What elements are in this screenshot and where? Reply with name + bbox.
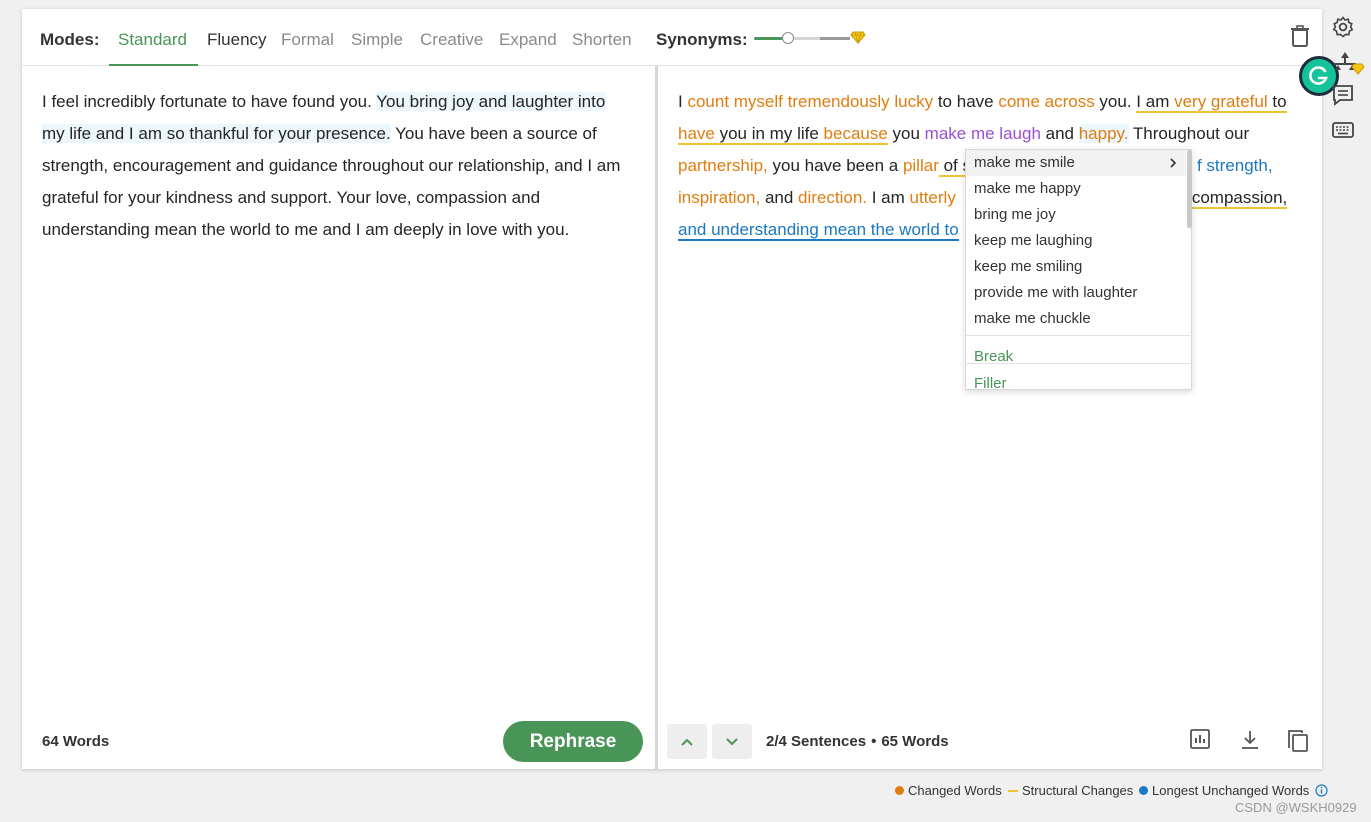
output-word: to — [1267, 92, 1287, 111]
structural-change[interactable]: I am very grateful to — [1136, 92, 1287, 113]
synonym-option[interactable]: make me happy — [966, 176, 1186, 202]
info-icon[interactable] — [1315, 784, 1328, 797]
selected-phrase[interactable]: make me laugh — [925, 124, 1041, 143]
changed-word[interactable]: very grateful — [1174, 92, 1268, 111]
dropdown-separator — [966, 335, 1192, 336]
keyboard-icon[interactable] — [1332, 122, 1354, 138]
changed-word[interactable]: come across — [998, 92, 1094, 111]
synonym-option[interactable]: provide me with laughter — [966, 280, 1186, 306]
output-word: to have — [933, 92, 999, 111]
tab-creative[interactable]: Creative — [420, 30, 483, 50]
synonym-option[interactable]: make me chuckle — [966, 306, 1186, 332]
sentence-count: 2/4 Sentences — [766, 733, 867, 750]
structural-change[interactable]: have you in my life because — [678, 124, 888, 145]
changed-word[interactable]: partnership, — [678, 156, 768, 175]
synonyms-slider-track[interactable] — [754, 37, 850, 40]
structural-dash-icon — [1008, 789, 1018, 792]
legend-changed-label: Changed Words — [908, 783, 1002, 798]
watermark: CSDN @WSKH0929 — [1235, 800, 1357, 815]
output-word-count: 65 Words — [881, 733, 949, 750]
synonyms-label: Synonyms: — [656, 30, 748, 49]
output-word: you. — [1094, 92, 1137, 111]
comment-icon[interactable] — [1332, 84, 1354, 106]
synonym-option[interactable]: make me smile — [966, 150, 1186, 176]
unchanged-word[interactable]: f strength, — [1197, 156, 1273, 175]
paraphraser-card: Modes: Standard Fluency Formal Simple Cr… — [22, 9, 1339, 769]
output-word: you — [887, 124, 925, 143]
changed-word[interactable]: because — [824, 124, 888, 143]
premium-diamond-icon — [850, 31, 866, 45]
modes-label: Modes: — [40, 30, 100, 49]
tab-expand[interactable]: Expand — [499, 30, 557, 50]
synonym-option[interactable]: keep me laughing — [966, 228, 1186, 254]
synonym-option-label: make me smile — [974, 154, 1075, 171]
gear-icon[interactable] — [1332, 16, 1354, 38]
changed-word[interactable]: inspiration, — [678, 188, 760, 207]
chevron-down-icon — [726, 737, 738, 745]
output-word: Throughout our — [1128, 124, 1250, 143]
synonym-option[interactable]: keep me smiling — [966, 254, 1186, 280]
unchanged-dot-icon — [1139, 786, 1148, 795]
tab-simple[interactable]: Simple — [351, 30, 403, 50]
tab-standard[interactable]: Standard — [118, 30, 187, 50]
pane-divider[interactable] — [655, 66, 658, 769]
tab-fluency[interactable]: Fluency — [207, 30, 267, 50]
output-word: I am — [1136, 92, 1175, 111]
input-segment: I feel incredibly fortunate to have foun… — [42, 92, 377, 111]
dropdown-scrollbar[interactable] — [1187, 150, 1192, 228]
chevron-up-icon — [681, 738, 693, 746]
changed-dot-icon — [895, 786, 904, 795]
output-word: compassion, — [1191, 188, 1288, 209]
tab-formal[interactable]: Formal — [281, 30, 334, 50]
changed-word[interactable]: pillar — [903, 156, 939, 175]
synonyms-slider-premium-segment — [820, 37, 850, 40]
legend-unchanged: Longest Unchanged Words — [1139, 783, 1328, 798]
filler-option[interactable]: Filler — [974, 375, 1007, 392]
changed-word[interactable]: direction. — [798, 188, 867, 207]
output-word: and — [1040, 124, 1079, 143]
previous-sentence-button[interactable] — [667, 724, 707, 759]
active-tab-indicator — [109, 64, 198, 66]
synonym-option[interactable]: bring me joy — [966, 202, 1186, 228]
legend-unchanged-label: Longest Unchanged Words — [1152, 783, 1310, 798]
trash-icon[interactable] — [1290, 25, 1310, 47]
changed-word[interactable]: have — [678, 124, 715, 143]
synonyms-slider-thumb[interactable] — [782, 32, 794, 44]
statistics-icon[interactable] — [1190, 729, 1210, 749]
legend-changed: Changed Words — [895, 783, 1002, 798]
legend-structural-label: Structural Changes — [1022, 783, 1134, 798]
synonym-dropdown: make me smile make me happy bring me joy… — [965, 149, 1192, 392]
changed-word[interactable]: count myself tremendously lucky — [687, 92, 933, 111]
changed-word[interactable]: utterly — [910, 188, 956, 207]
input-word-count: 64 Words — [42, 733, 110, 750]
chevron-right-icon — [1170, 158, 1177, 168]
modes-bar: Modes: Standard Fluency Formal Simple Cr… — [22, 9, 1322, 66]
compare-modes-icon[interactable] — [1332, 50, 1366, 76]
legend-structural: Structural Changes — [1008, 783, 1133, 798]
rephrase-button[interactable]: Rephrase — [503, 721, 643, 762]
changed-word[interactable]: happy. — [1078, 124, 1129, 143]
tab-shorten[interactable]: Shorten — [572, 30, 632, 50]
input-text[interactable]: I feel incredibly fortunate to have foun… — [42, 86, 632, 246]
next-sentence-button[interactable] — [712, 724, 752, 759]
output-word: I am — [867, 188, 910, 207]
download-icon[interactable] — [1240, 729, 1260, 751]
output-word: you in my life — [714, 124, 824, 143]
output-word: and — [760, 188, 799, 207]
sentence-info: 2/4 Sentences • 65 Words — [766, 733, 949, 750]
bullet-separator: • — [871, 733, 877, 750]
unchanged-phrase[interactable]: and understanding mean the world to — [678, 220, 959, 241]
copy-icon[interactable] — [1287, 729, 1309, 753]
grammarly-g-icon — [1309, 66, 1328, 85]
dropdown-separator — [966, 363, 1192, 364]
output-word: you have been a — [767, 156, 903, 175]
